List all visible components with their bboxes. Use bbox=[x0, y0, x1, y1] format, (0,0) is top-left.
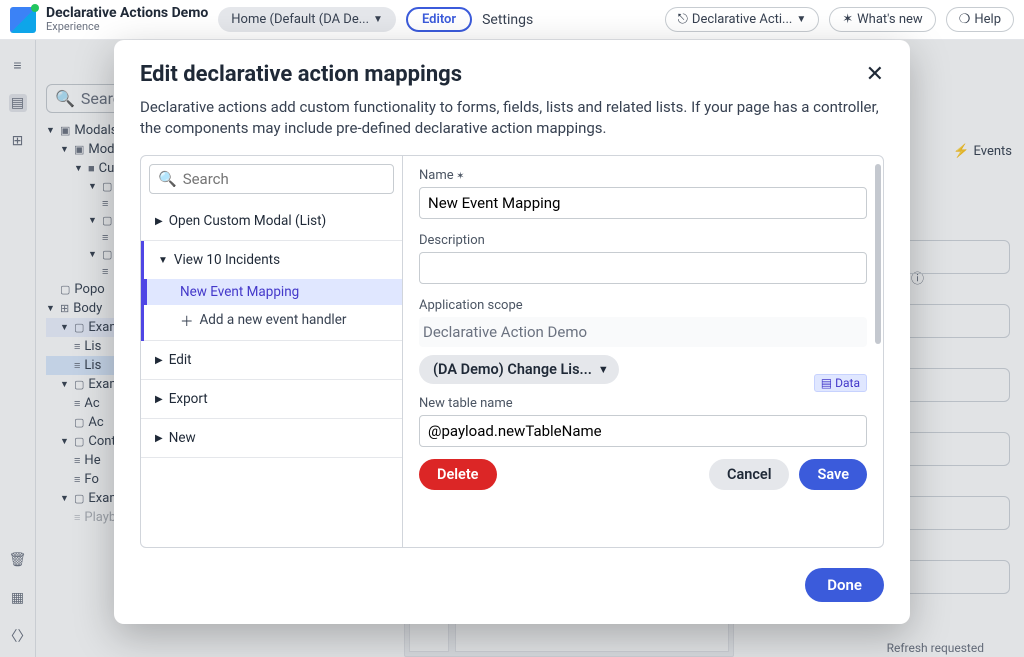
scope-selector-label: (DA Demo) Change Lis... bbox=[433, 361, 592, 378]
add-event-handler[interactable]: ＋Add a new event handler bbox=[144, 305, 402, 335]
settings-tab[interactable]: Settings bbox=[482, 12, 533, 28]
data-chip[interactable]: ▤Data bbox=[814, 374, 867, 392]
sparkle-icon: ✶ bbox=[842, 12, 853, 27]
caret-right-icon: ▶ bbox=[155, 433, 163, 444]
done-button[interactable]: Done bbox=[805, 568, 884, 602]
declarative-actions-menu[interactable]: ⎋ Declarative Acti... ▼ bbox=[665, 7, 820, 32]
app-scope-label: Application scope bbox=[419, 298, 867, 313]
app-scope-value: Declarative Action Demo bbox=[419, 317, 867, 347]
delete-button[interactable]: Delete bbox=[419, 459, 497, 490]
declarative-actions-label: Declarative Acti... bbox=[692, 12, 792, 27]
description-input[interactable] bbox=[419, 252, 867, 284]
menu-icon: ⎋ bbox=[678, 12, 688, 27]
editor-tab[interactable]: Editor bbox=[406, 7, 472, 32]
edit-mappings-modal: Edit declarative action mappings ✕ Decla… bbox=[114, 40, 910, 624]
save-button[interactable]: Save bbox=[799, 459, 867, 490]
plus-icon: ＋ bbox=[180, 310, 194, 330]
app-subtitle: Experience bbox=[46, 21, 208, 33]
caret-down-icon: ▼ bbox=[598, 363, 609, 376]
search-icon: 🔍 bbox=[158, 170, 177, 188]
caret-right-icon: ▶ bbox=[155, 216, 163, 227]
help-button[interactable]: ❍ Help bbox=[946, 7, 1014, 32]
close-icon[interactable]: ✕ bbox=[866, 62, 884, 87]
data-icon: ▤ bbox=[821, 376, 832, 390]
mapping-item-view-10[interactable]: ▼View 10 Incidents bbox=[144, 241, 402, 279]
caret-right-icon: ▶ bbox=[155, 394, 163, 405]
whats-new-label: What's new bbox=[857, 12, 923, 27]
home-selector-label: Home (Default (DA De... bbox=[231, 12, 369, 27]
caret-down-icon: ▼ bbox=[158, 255, 168, 266]
modal-title: Edit declarative action mappings bbox=[140, 62, 462, 87]
mapping-search[interactable]: 🔍 bbox=[149, 164, 394, 194]
mapping-sub-new-event[interactable]: New Event Mapping bbox=[144, 279, 402, 305]
scrollbar[interactable] bbox=[875, 164, 881, 344]
app-logo bbox=[10, 7, 36, 33]
caret-down-icon: ▼ bbox=[373, 14, 383, 25]
table-name-label: New table name bbox=[419, 396, 867, 411]
description-label: Description bbox=[419, 233, 867, 248]
scope-selector[interactable]: (DA Demo) Change Lis... ▼ bbox=[419, 355, 619, 384]
mapping-item-new[interactable]: ▶New bbox=[141, 419, 402, 458]
help-label: Help bbox=[974, 12, 1001, 27]
name-input[interactable] bbox=[419, 187, 867, 219]
modal-description: Declarative actions add custom functiona… bbox=[140, 97, 884, 139]
mapping-item-export[interactable]: ▶Export bbox=[141, 380, 402, 419]
app-title: Declarative Actions Demo bbox=[46, 6, 208, 21]
caret-down-icon: ▼ bbox=[796, 14, 806, 25]
caret-right-icon: ▶ bbox=[155, 355, 163, 366]
app-title-block: Declarative Actions Demo Experience bbox=[46, 6, 208, 33]
whats-new-button[interactable]: ✶ What's new bbox=[829, 7, 935, 32]
cancel-button[interactable]: Cancel bbox=[709, 459, 790, 490]
mapping-search-input[interactable] bbox=[183, 170, 385, 188]
table-name-input[interactable] bbox=[419, 415, 867, 447]
mapping-item-edit[interactable]: ▶Edit bbox=[141, 341, 402, 380]
name-label: Name bbox=[419, 168, 867, 183]
home-selector[interactable]: Home (Default (DA De... ▼ bbox=[218, 7, 396, 32]
mapping-item-open-custom[interactable]: ▶Open Custom Modal (List) bbox=[141, 202, 402, 241]
help-icon: ❍ bbox=[959, 12, 971, 27]
